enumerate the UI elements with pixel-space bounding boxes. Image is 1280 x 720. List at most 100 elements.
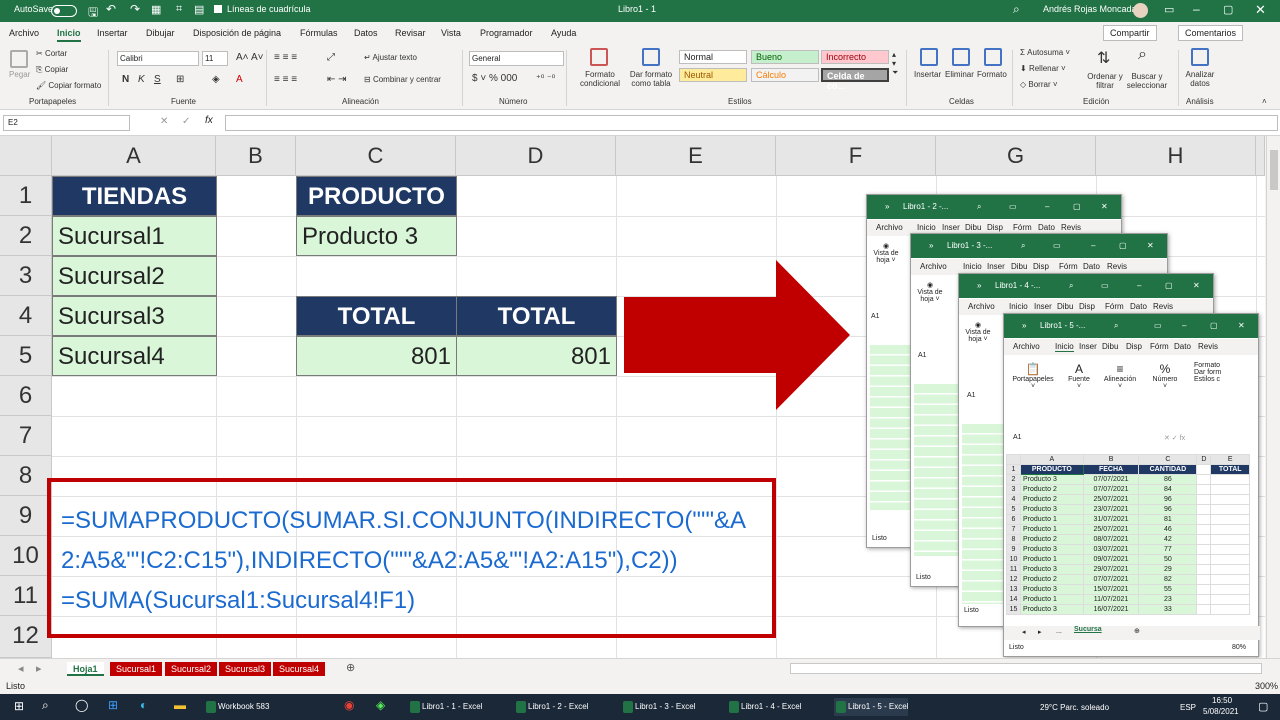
name-box[interactable]: A1 xyxy=(967,392,976,399)
row-header[interactable]: 10 xyxy=(1006,554,1021,565)
formula-textbox[interactable]: =SUMAPRODUCTO(SUMAR.SI.CONJUNTO(INDIRECT… xyxy=(47,478,776,638)
app-icon[interactable]: ◈ xyxy=(376,698,385,712)
column-header[interactable] xyxy=(1256,136,1265,176)
search-icon[interactable]: ⌕ xyxy=(1069,281,1073,291)
search-icon[interactable]: ⌕ xyxy=(1021,241,1025,251)
empty-cell[interactable] xyxy=(1210,514,1250,525)
data-cell[interactable]: 03/07/2021 xyxy=(1082,544,1140,555)
data-cell[interactable]: 25/07/2021 xyxy=(1082,524,1140,535)
add-sheet-icon[interactable]: ⊕ xyxy=(346,661,355,674)
column-header[interactable]: B xyxy=(1082,454,1140,465)
tab-formulas[interactable]: Fórm xyxy=(1013,223,1032,232)
avatar[interactable] xyxy=(1133,3,1148,18)
data-cell[interactable]: 29 xyxy=(1138,564,1198,575)
vertical-scrollbar-track[interactable] xyxy=(1266,136,1280,658)
tab-archivo[interactable]: Archivo xyxy=(9,28,39,38)
corner-cell[interactable] xyxy=(1006,454,1021,465)
cell-a3[interactable]: Sucursal2 xyxy=(52,256,217,296)
format-painter-button[interactable]: 🖌 Copiar formato xyxy=(36,81,101,90)
name-box[interactable]: A1 xyxy=(1013,434,1022,441)
cell-a1[interactable]: TIENDAS xyxy=(52,176,217,216)
font-color-icon[interactable]: A xyxy=(236,74,243,85)
tab-disposicion[interactable]: Disp xyxy=(1126,342,1142,351)
tab-revisar[interactable]: Revis xyxy=(1198,342,1218,351)
empty-cell[interactable] xyxy=(1196,464,1212,475)
undo-icon[interactable]: ↶ xyxy=(106,2,116,16)
tab-inicio[interactable]: Inicio xyxy=(963,262,982,271)
data-cell[interactable]: Producto 3 xyxy=(1020,474,1084,485)
tab-datos[interactable]: Dato xyxy=(1038,223,1055,232)
windows-start-icon[interactable]: ⊞ xyxy=(14,699,24,713)
empty-cell[interactable] xyxy=(1196,544,1212,555)
name-box[interactable]: A1 xyxy=(871,313,880,320)
style-item[interactable]: Estilos c xyxy=(1194,376,1220,383)
cancel-icon[interactable]: ✕ xyxy=(160,116,168,127)
maximize-icon[interactable]: ▢ xyxy=(1223,3,1233,16)
align-left-icon[interactable]: ≡ ≡ ≡ xyxy=(274,74,297,85)
row-header[interactable]: 5 xyxy=(0,336,52,376)
empty-cell[interactable] xyxy=(1210,554,1250,565)
shrink-font-icon[interactable]: A˅ xyxy=(251,52,264,63)
cell-a2[interactable]: Sucursal1 xyxy=(52,216,217,256)
column-header[interactable]: F xyxy=(776,136,936,176)
tab-archivo[interactable]: Archivo xyxy=(1013,342,1040,351)
data-cell[interactable]: 07/07/2021 xyxy=(1082,574,1140,585)
data-cell[interactable]: 09/07/2021 xyxy=(1082,554,1140,565)
more-sheets[interactable]: ... xyxy=(1056,628,1062,635)
search-icon[interactable]: ⌕ xyxy=(42,698,49,713)
row-header[interactable]: 15 xyxy=(1006,604,1021,615)
view-icon[interactable]: ◉ Vista de hoja ˅ xyxy=(871,242,901,264)
column-header[interactable]: C xyxy=(296,136,456,176)
empty-cell[interactable] xyxy=(1196,514,1212,525)
tab-archivo[interactable]: Archivo xyxy=(968,302,995,311)
select-icon[interactable]: ⌗ xyxy=(176,3,182,16)
delete-cells-label[interactable]: Eliminar xyxy=(945,70,974,79)
function-icon[interactable]: fx xyxy=(205,115,213,126)
clock-date[interactable]: 5/08/2021 xyxy=(1203,707,1239,716)
data-cell[interactable]: 08/07/2021 xyxy=(1082,534,1140,545)
autosave-toggle[interactable] xyxy=(51,5,77,17)
style-item[interactable]: Formato xyxy=(1194,362,1220,369)
empty-cell[interactable] xyxy=(1196,574,1212,585)
add-sheet-icon[interactable]: ⊕ xyxy=(1134,627,1140,635)
wrap-text-button[interactable]: ↵ Ajustar texto xyxy=(364,53,417,62)
save-icon[interactable]: 🖫 xyxy=(88,3,98,24)
tab-insertar[interactable]: Inser xyxy=(1034,302,1052,311)
empty-cell[interactable] xyxy=(1210,504,1250,515)
fill-button[interactable]: ⬇ Rellenar ˅ xyxy=(1020,64,1066,73)
column-header[interactable]: A xyxy=(52,136,216,176)
data-cell[interactable]: Producto 3 xyxy=(1020,544,1084,555)
data-cell[interactable]: 23 xyxy=(1138,594,1198,605)
indent-icon[interactable]: ⇤ ⇥ xyxy=(327,74,347,85)
name-box[interactable]: A1 xyxy=(918,352,927,359)
minimize-icon[interactable]: – xyxy=(1193,2,1200,16)
clock-time[interactable]: 16:50 xyxy=(1212,696,1232,705)
name-box[interactable]: E2 xyxy=(3,115,130,131)
row-header[interactable]: 6 xyxy=(0,376,52,416)
data-cell[interactable]: 31/07/2021 xyxy=(1082,514,1140,525)
prev-sheet-icon[interactable]: ◂ xyxy=(18,662,24,675)
prev-sheet-icon[interactable]: ◂ xyxy=(1022,628,1026,636)
weather[interactable]: 29°C Parc. soleado xyxy=(1040,703,1109,712)
bold-button[interactable]: N xyxy=(122,74,129,85)
tab-archivo[interactable]: Archivo xyxy=(920,262,947,271)
maximize-icon[interactable]: ▢ xyxy=(1073,202,1081,211)
tab-dibujar[interactable]: Dibu xyxy=(965,223,981,232)
row-header[interactable]: 1 xyxy=(0,176,52,216)
data-cell[interactable]: 42 xyxy=(1138,534,1198,545)
column-header[interactable]: H xyxy=(1096,136,1256,176)
copy-button[interactable]: ⎘ Copiar xyxy=(36,65,68,75)
format-cells-label[interactable]: Formato xyxy=(977,70,1007,79)
font-size-select[interactable]: 11 xyxy=(202,51,228,66)
data-cell[interactable]: Producto 2 xyxy=(1020,484,1084,495)
edge-icon[interactable]: ◐ xyxy=(140,698,147,712)
style-check[interactable]: Celda de co... xyxy=(821,68,889,91)
row-header[interactable]: 6 xyxy=(1006,514,1021,525)
font-family-select[interactable]: Calibri xyxy=(117,51,199,66)
sort-filter-icon[interactable]: ⇅ xyxy=(1097,48,1110,68)
sort-filter-label[interactable]: Ordenar y filtrar xyxy=(1085,72,1125,90)
ribbon-display-icon[interactable]: ▭ xyxy=(1154,321,1162,330)
row-header[interactable]: 5 xyxy=(1006,504,1021,515)
find-select-label[interactable]: Buscar y seleccionar xyxy=(1122,72,1172,90)
tab-inicio[interactable]: Inicio xyxy=(57,28,81,42)
